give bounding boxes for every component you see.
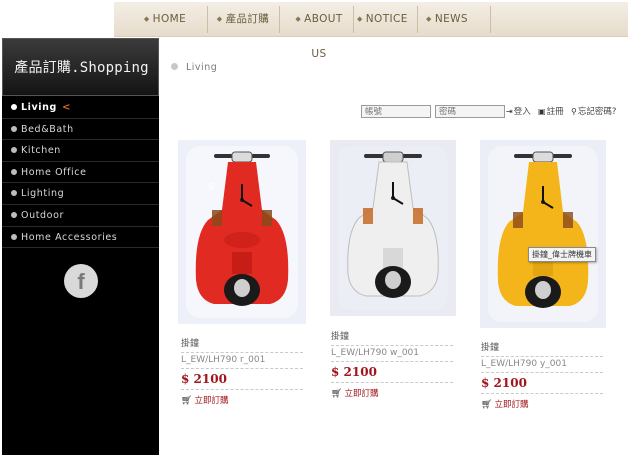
chevron-left-icon: <: [61, 102, 71, 113]
bullet-icon: [11, 190, 17, 197]
bullet-icon: [11, 104, 17, 110]
buy-now-button[interactable]: 🛒︎ 立即訂購: [481, 398, 528, 410]
sidebar-item-label: Outdoor: [21, 209, 64, 221]
svg-text:Ѕ: Ѕ: [208, 183, 214, 193]
scooter-clock-image: [338, 146, 448, 310]
scooter-clock-image: [488, 146, 598, 322]
nav-divider: [279, 6, 280, 33]
product-category: 掛鐘: [181, 336, 303, 353]
product-category: 掛鐘: [331, 329, 453, 346]
sidebar-item-label: Living: [21, 102, 57, 113]
product-image[interactable]: [480, 140, 606, 328]
login-icon: ⇥: [506, 107, 513, 116]
diamond-icon: ◆: [426, 15, 432, 23]
facebook-icon[interactable]: f: [64, 264, 98, 298]
product-price: $ 2100: [331, 365, 453, 383]
diamond-icon: ◆: [295, 15, 302, 23]
nav-item-shopping[interactable]: ◆ 產品訂購: [212, 2, 274, 37]
forgot-password-link[interactable]: ⚲忘記密碼?: [571, 105, 616, 119]
nav-divider: [490, 6, 491, 33]
key-icon: ⚲: [571, 107, 577, 116]
sidebar-item-living[interactable]: Living <: [2, 97, 159, 119]
nav-divider: [353, 6, 354, 33]
sidebar-item-label: Lighting: [21, 188, 65, 200]
product-price: $ 2100: [181, 372, 303, 390]
bullet-icon: [171, 63, 178, 70]
register-icon: ▣: [538, 107, 546, 116]
top-navigation: ◆ HOME ◆ 產品訂購 ◆ ABOUT US ◆ NOTICE ◆ NEWS: [0, 0, 630, 60]
image-tooltip: 掛鐘_偉士牌機車: [528, 247, 596, 262]
forgot-password-label: 忘記密碼?: [577, 107, 617, 117]
product-code: L_EW/LH790 w_001: [331, 348, 453, 362]
buy-now-label: 立即訂購: [344, 389, 379, 399]
nav-item-label: NOTICE: [365, 13, 408, 25]
shopping-title: 產品訂購.Shopping: [14, 60, 149, 76]
sidebar-item-label: Bed&Bath: [21, 123, 74, 135]
product-image[interactable]: Ѕ: [178, 140, 306, 324]
bullet-icon: [11, 147, 17, 154]
bullet-icon: [11, 211, 17, 218]
bullet-icon: [11, 233, 17, 240]
shopping-header: 產品訂購.Shopping: [2, 38, 159, 96]
product-image[interactable]: [330, 140, 456, 316]
diamond-icon: ◆: [143, 15, 150, 23]
login-button[interactable]: ⇥登入: [506, 105, 531, 119]
nav-item-label: ABOUT US: [304, 13, 343, 60]
product-category: 掛鐘: [481, 340, 603, 357]
nav-item-label: HOME: [152, 13, 187, 25]
nav-divider: [417, 6, 418, 33]
buy-now-button[interactable]: 🛒︎ 立即訂購: [331, 387, 378, 399]
breadcrumb-label: Living: [186, 62, 218, 73]
account-input[interactable]: [361, 105, 431, 118]
cart-icon: 🛒︎: [181, 396, 193, 406]
sidebar: 產品訂購.Shopping Living < Bed&Bath Kitchen H…: [2, 38, 159, 455]
scooter-clock-image: Ѕ: [186, 146, 298, 318]
register-button[interactable]: ▣註冊: [538, 105, 564, 119]
sidebar-item-label: Home Accessories: [21, 231, 118, 243]
login-label: 登入: [513, 107, 531, 117]
bullet-icon: [11, 125, 17, 132]
register-label: 註冊: [546, 107, 564, 117]
nav-item-home[interactable]: ◆ HOME: [140, 2, 190, 37]
product-price: $ 2100: [481, 376, 603, 394]
sidebar-item-label: Kitchen: [21, 145, 61, 157]
sidebar-item-outdoor[interactable]: Outdoor: [2, 205, 159, 227]
buy-now-button[interactable]: 🛒︎ 立即訂購: [181, 394, 228, 406]
breadcrumb: Living: [171, 62, 217, 73]
nav-item-news[interactable]: ◆ NEWS: [426, 2, 468, 37]
sidebar-item-bedbath[interactable]: Bed&Bath: [2, 119, 159, 141]
buy-now-label: 立即訂購: [494, 400, 529, 410]
cart-icon: 🛒︎: [481, 400, 493, 410]
nav-divider: [207, 6, 208, 33]
diamond-icon: ◆: [216, 15, 223, 23]
category-menu: Living < Bed&Bath Kitchen Home Office Lig…: [2, 97, 159, 249]
nav-item-notice[interactable]: ◆ NOTICE: [357, 2, 407, 37]
sidebar-item-home-office[interactable]: Home Office: [2, 162, 159, 184]
nav-item-label: NEWS: [434, 13, 468, 25]
buy-now-label: 立即訂購: [194, 396, 229, 406]
sidebar-item-home-accessories[interactable]: Home Accessories: [2, 227, 159, 249]
product-code: L_EW/LH790 r_001: [181, 355, 303, 369]
sidebar-item-label: Home Office: [21, 166, 87, 178]
nav-item-label: 產品訂購: [225, 13, 270, 25]
sidebar-item-lighting[interactable]: Lighting: [2, 183, 159, 205]
diamond-icon: ◆: [357, 15, 363, 23]
product-code: L_EW/LH790 y_001: [481, 359, 603, 373]
nav-item-about[interactable]: ◆ ABOUT US: [287, 2, 351, 60]
password-input[interactable]: [435, 105, 505, 118]
sidebar-item-kitchen[interactable]: Kitchen: [2, 140, 159, 162]
bullet-icon: [11, 168, 17, 175]
cart-icon: 🛒︎: [331, 389, 343, 399]
